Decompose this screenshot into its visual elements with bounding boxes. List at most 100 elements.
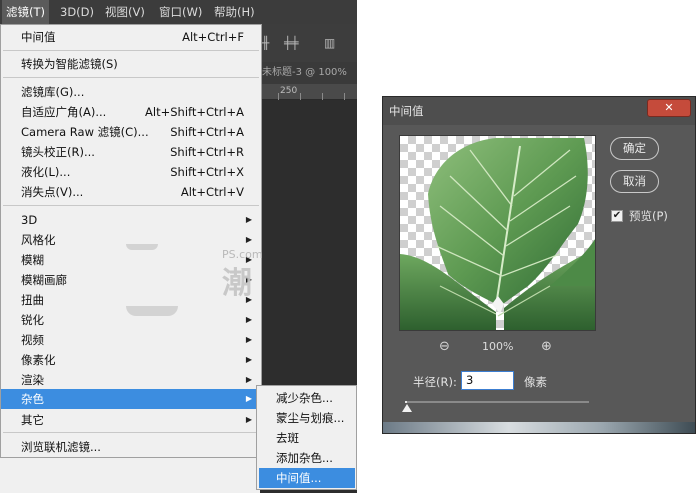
submenu-arrow-icon: ▶ — [245, 355, 252, 364]
filter-menu: 中间值 Alt+Ctrl+F 转换为智能滤镜(S) 滤镜库(G)... 自适应广… — [0, 24, 262, 458]
menu-item-vanishing-point[interactable]: 消失点(V)... Alt+Ctrl+V — [1, 182, 261, 202]
menu-item-render[interactable]: 渲染 ▶ — [1, 370, 261, 390]
submenu-item-label: 去斑 — [276, 431, 299, 445]
menu-item-shortcut: Shift+Ctrl+A — [170, 125, 244, 139]
menu-item-label: 渲染 — [21, 373, 44, 387]
preview-label: 预览(P) — [629, 209, 668, 223]
distribute-icon[interactable]: ╪╪ — [284, 36, 298, 50]
menu-bar: 滤镜(T) 3D(D) 视图(V) 窗口(W) 帮助(H) — [0, 0, 357, 24]
dialog-titlebar[interactable]: 中间值 ✕ — [383, 97, 695, 125]
menu-item-label: 扭曲 — [21, 293, 44, 307]
cancel-button[interactable]: 取消 — [610, 170, 659, 193]
submenu-arrow-icon: ▶ — [245, 394, 252, 403]
radius-unit: 像素 — [524, 375, 547, 389]
radius-input[interactable]: 3 — [461, 371, 514, 390]
submenu-item-dust-scratches[interactable]: 蒙尘与划痕... — [259, 408, 355, 428]
menu-item-adaptive-wide-angle[interactable]: 自适应广角(A)... Alt+Shift+Ctrl+A — [1, 102, 261, 122]
checkmark-icon: ✔ — [612, 210, 622, 221]
align-icon[interactable]: ╫ — [262, 36, 269, 50]
menu-help[interactable]: 帮助(H) — [210, 0, 259, 24]
menu-item-lens-correction[interactable]: 镜头校正(R)... Shift+Ctrl+R — [1, 142, 261, 162]
menu-item-label: Camera Raw 滤镜(C)... — [21, 125, 149, 139]
menu-filter[interactable]: 滤镜(T) — [2, 0, 49, 24]
document-tab[interactable]: 未标题-3 @ 100% — [260, 62, 357, 84]
submenu-arrow-icon: ▶ — [245, 415, 252, 424]
radius-slider-fill — [405, 401, 407, 403]
submenu-arrow-icon: ▶ — [245, 235, 252, 244]
menu-separator — [3, 432, 259, 433]
menu-item-shortcut: Shift+Ctrl+X — [170, 165, 244, 179]
radius-label: 半径(R): — [413, 375, 457, 389]
filter-preview[interactable] — [399, 135, 596, 331]
menu-separator — [3, 205, 259, 206]
radius-slider-thumb[interactable] — [402, 404, 412, 412]
menu-item-label: 其它 — [21, 413, 44, 427]
submenu-item-reduce-noise[interactable]: 减少杂色... — [259, 388, 355, 408]
menu-item-camera-raw[interactable]: Camera Raw 滤镜(C)... Shift+Ctrl+A — [1, 122, 261, 142]
menu-item-label: 镜头校正(R)... — [21, 145, 95, 159]
watermark-logo: 潮 — [222, 266, 252, 301]
watermark-shape — [126, 244, 158, 250]
menu-item-pixelate[interactable]: 像素化 ▶ — [1, 350, 261, 370]
menu-item-label: 液化(L)... — [21, 165, 71, 179]
submenu-item-despeckle[interactable]: 去斑 — [259, 428, 355, 448]
submenu-item-label: 减少杂色... — [276, 391, 333, 405]
submenu-item-label: 蒙尘与划痕... — [276, 411, 345, 425]
close-button[interactable]: ✕ — [647, 99, 691, 117]
menu-separator — [3, 77, 259, 78]
menu-item-label: 消失点(V)... — [21, 185, 84, 199]
leaf-preview-image — [400, 138, 595, 330]
menu-item-shortcut: Alt+Shift+Ctrl+A — [145, 105, 244, 119]
menu-item-label: 视频 — [21, 333, 44, 347]
options-bar: ╫ ╪╪ ▥ — [260, 24, 357, 62]
close-x-icon: ✕ — [664, 101, 674, 114]
zoom-out-icon[interactable]: ⊖ — [439, 339, 450, 354]
ruler-tick — [300, 93, 301, 100]
menu-item-browse-online[interactable]: 浏览联机滤镜... — [1, 437, 261, 457]
menu-item-label: 杂色 — [21, 392, 44, 406]
menu-item-liquify[interactable]: 液化(L)... Shift+Ctrl+X — [1, 162, 261, 182]
menu-item-other[interactable]: 其它 ▶ — [1, 410, 261, 430]
submenu-item-label: 添加杂色... — [276, 451, 333, 465]
menu-window[interactable]: 窗口(W) — [155, 0, 206, 24]
menu-item-video[interactable]: 视频 ▶ — [1, 330, 261, 350]
menu-item-filter-gallery[interactable]: 滤镜库(G)... — [1, 82, 261, 102]
ok-button[interactable]: 确定 — [610, 137, 659, 160]
ruler-tick — [278, 93, 279, 100]
menu-item-label: 滤镜库(G)... — [21, 85, 85, 99]
menu-item-label: 风格化 — [21, 233, 56, 247]
menu-item-label: 模糊 — [21, 253, 44, 267]
menu-item-noise[interactable]: 杂色 ▶ — [1, 389, 261, 409]
arrange-icon[interactable]: ▥ — [324, 36, 335, 50]
watermark-shape — [126, 306, 178, 316]
noise-submenu: 减少杂色... 蒙尘与划痕... 去斑 添加杂色... 中间值... — [256, 385, 357, 490]
submenu-item-median[interactable]: 中间值... — [259, 468, 355, 488]
menu-item-shortcut: Alt+Ctrl+V — [180, 185, 244, 199]
menu-item-shortcut: Shift+Ctrl+R — [170, 145, 244, 159]
dialog-title: 中间值 — [389, 104, 424, 118]
preview-checkbox[interactable]: ✔ — [611, 210, 623, 222]
submenu-item-add-noise[interactable]: 添加杂色... — [259, 448, 355, 468]
menu-item-label: 浏览联机滤镜... — [21, 440, 101, 454]
menu-view[interactable]: 视图(V) — [101, 0, 149, 24]
radius-slider-track[interactable] — [405, 401, 589, 403]
submenu-arrow-icon: ▶ — [245, 375, 252, 384]
photoshop-window: 滤镜(T) 3D(D) 视图(V) 窗口(W) 帮助(H) ╫ ╪╪ ▥ 未标题… — [0, 0, 357, 493]
ruler-tick — [322, 93, 323, 100]
menu-item-convert-smart-filter[interactable]: 转换为智能滤镜(S) — [1, 54, 261, 74]
zoom-in-icon[interactable]: ⊕ — [541, 339, 552, 354]
submenu-arrow-icon: ▶ — [245, 335, 252, 344]
menu-3d[interactable]: 3D(D) — [56, 0, 98, 24]
menu-item-label: 转换为智能滤镜(S) — [21, 57, 118, 71]
menu-item-label: 锐化 — [21, 313, 44, 327]
menu-item-last-filter[interactable]: 中间值 Alt+Ctrl+F — [1, 27, 261, 47]
menu-item-label: 像素化 — [21, 353, 56, 367]
menu-item-3d[interactable]: 3D ▶ — [1, 210, 261, 230]
menu-item-label: 自适应广角(A)... — [21, 105, 107, 119]
menu-item-label: 模糊画廊 — [21, 273, 67, 287]
menu-separator — [3, 50, 259, 51]
menu-item-label: 3D — [21, 213, 38, 227]
submenu-arrow-icon: ▶ — [245, 215, 252, 224]
zoom-level: 100% — [482, 340, 514, 353]
background-strip — [383, 422, 695, 433]
